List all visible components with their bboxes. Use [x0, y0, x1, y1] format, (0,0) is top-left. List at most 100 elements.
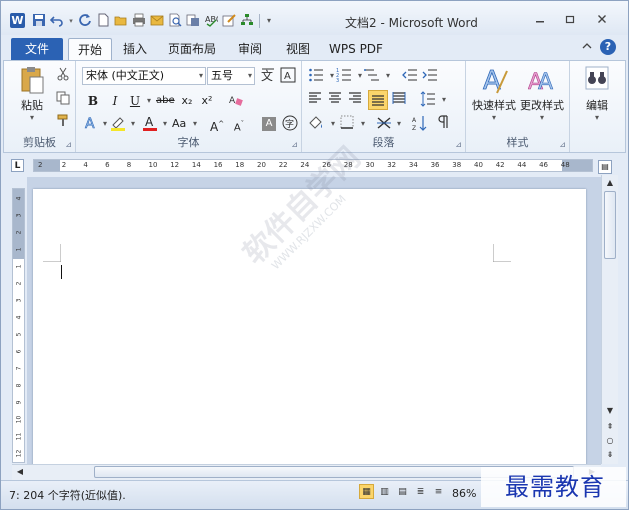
select-browse-object-icon[interactable]: ○: [604, 435, 616, 447]
scroll-down-icon[interactable]: ▼: [604, 405, 616, 417]
change-case-dropdown-icon[interactable]: ▾: [188, 115, 202, 133]
previous-page-icon[interactable]: ⇞: [604, 421, 616, 433]
underline-dropdown-icon[interactable]: ▾: [142, 92, 156, 110]
zoom-level[interactable]: 86%: [452, 487, 476, 500]
subscript-button[interactable]: x₂: [180, 92, 194, 110]
change-case-button[interactable]: Aa: [172, 115, 186, 133]
ruler-toggle-icon[interactable]: ▤: [598, 160, 612, 174]
word-app-icon[interactable]: W: [10, 13, 25, 28]
tab-home[interactable]: 开始: [68, 38, 112, 62]
borders-icon[interactable]: [340, 115, 354, 133]
vertical-scroll-thumb[interactable]: [604, 191, 616, 259]
phonetic-guide-icon[interactable]: 文: [260, 67, 276, 85]
word-count[interactable]: 7: 204 个字符(近似值).: [9, 487, 126, 503]
bold-button[interactable]: B: [86, 92, 100, 110]
borders-dropdown-icon[interactable]: ▾: [356, 115, 370, 133]
copy-icon[interactable]: [56, 91, 70, 109]
spelling-icon[interactable]: ABC: [203, 13, 222, 29]
multilevel-list-icon[interactable]: [364, 67, 380, 85]
customize-qat-icon[interactable]: ▾: [264, 13, 274, 29]
undo-icon[interactable]: [49, 13, 65, 29]
tab-insert[interactable]: 插入: [117, 39, 153, 60]
highlight-icon[interactable]: [110, 115, 126, 133]
align-center-icon[interactable]: [328, 91, 342, 109]
character-border-icon[interactable]: A: [280, 67, 296, 85]
font-launcher-icon[interactable]: ⊿: [291, 140, 298, 149]
highlight-dropdown-icon[interactable]: ▾: [126, 115, 140, 133]
help-icon[interactable]: ?: [600, 39, 616, 55]
underline-button[interactable]: U: [128, 92, 142, 110]
decrease-indent-icon[interactable]: [402, 67, 418, 85]
tab-review[interactable]: 审阅: [232, 39, 268, 60]
new-document-icon[interactable]: [95, 13, 111, 29]
strikethrough-button[interactable]: abe: [156, 92, 175, 110]
show-marks-icon[interactable]: [436, 115, 450, 133]
full-screen-reading-icon[interactable]: ▥: [377, 484, 392, 499]
line-spacing-dropdown-icon[interactable]: ▾: [437, 91, 451, 109]
enclose-characters-icon[interactable]: 字: [282, 115, 298, 133]
superscript-button[interactable]: x²: [200, 92, 214, 110]
cut-icon[interactable]: [56, 67, 70, 85]
chinese-layout-icon[interactable]: [376, 115, 392, 133]
font-name-combo[interactable]: 宋体 (中文正文) ▾: [82, 67, 206, 85]
change-styles-dropdown-icon[interactable]: ▾: [518, 113, 566, 122]
next-page-icon[interactable]: ⇟: [604, 449, 616, 461]
tab-wps-pdf[interactable]: WPS PDF: [327, 39, 385, 60]
grow-font-button[interactable]: A^: [210, 115, 224, 134]
shrink-font-button[interactable]: Aˇ: [232, 115, 246, 133]
font-color-icon[interactable]: A: [142, 115, 158, 133]
quick-styles-dropdown-icon[interactable]: ▾: [470, 113, 518, 122]
paste-button[interactable]: 粘贴 ▾: [14, 65, 50, 122]
tab-file[interactable]: 文件: [11, 38, 63, 60]
font-color-dropdown-icon[interactable]: ▾: [158, 115, 172, 133]
save-icon[interactable]: [31, 13, 47, 29]
print-preview-icon[interactable]: [167, 13, 183, 29]
change-styles-button[interactable]: A A 更改样式 ▾: [518, 65, 566, 122]
numbering-icon[interactable]: 123: [336, 67, 352, 85]
draft-view-icon[interactable]: ≡: [431, 484, 446, 499]
justify-button[interactable]: [368, 90, 388, 110]
vertical-ruler[interactable]: 4 3 2 1 1 2 3 4 5 6 7 8 9 10 11 12: [12, 188, 25, 463]
align-left-icon[interactable]: [308, 91, 322, 109]
quick-styles-button[interactable]: A 快速样式 ▾: [470, 65, 518, 122]
sort-icon[interactable]: AZ: [412, 115, 428, 133]
distributed-icon[interactable]: [392, 91, 406, 109]
styles-launcher-icon[interactable]: ⊿: [559, 140, 566, 149]
scroll-up-icon[interactable]: ▲: [604, 177, 616, 189]
web-layout-icon[interactable]: ▤: [395, 484, 410, 499]
open-icon[interactable]: [113, 13, 129, 29]
restore-button[interactable]: [559, 11, 581, 29]
tab-view[interactable]: 视图: [280, 39, 316, 60]
print-layout-view-icon[interactable]: ▦: [359, 484, 374, 499]
print-icon[interactable]: [131, 13, 147, 29]
scroll-left-icon[interactable]: ◀: [14, 466, 26, 478]
close-button[interactable]: [591, 11, 613, 29]
shading-dropdown-icon[interactable]: ▾: [326, 115, 340, 133]
font-size-combo[interactable]: 五号 ▾: [207, 67, 255, 85]
edit-icon[interactable]: [221, 13, 237, 29]
pdf-icon[interactable]: [185, 13, 201, 29]
multilevel-dropdown-icon[interactable]: ▾: [381, 67, 395, 85]
align-right-icon[interactable]: [348, 91, 362, 109]
structure-icon[interactable]: [239, 13, 255, 29]
tab-page-layout[interactable]: 页面布局: [165, 39, 219, 60]
paste-dropdown-icon[interactable]: ▾: [14, 113, 50, 122]
clear-formatting-icon[interactable]: A: [228, 92, 244, 110]
character-shading-button[interactable]: A: [262, 117, 276, 131]
outline-view-icon[interactable]: ≣: [413, 484, 428, 499]
line-spacing-icon[interactable]: [420, 91, 436, 109]
font-size-dropdown-icon[interactable]: ▾: [248, 68, 252, 84]
increase-indent-icon[interactable]: [422, 67, 438, 85]
undo-dropdown-icon[interactable]: ▾: [67, 13, 75, 29]
bullets-icon[interactable]: [308, 67, 324, 85]
italic-button[interactable]: I: [108, 92, 122, 110]
vertical-scrollbar[interactable]: ▲ ▼ ⇞ ○ ⇟: [601, 175, 618, 464]
font-name-dropdown-icon[interactable]: ▾: [199, 68, 203, 84]
editing-button[interactable]: 编辑 ▾: [574, 65, 620, 122]
minimize-button[interactable]: [529, 11, 551, 29]
minimize-ribbon-icon[interactable]: [582, 41, 592, 54]
format-painter-icon[interactable]: [56, 113, 70, 131]
editing-dropdown-icon[interactable]: ▾: [574, 113, 620, 122]
shading-icon[interactable]: [308, 115, 324, 133]
clipboard-launcher-icon[interactable]: ⊿: [65, 140, 72, 149]
